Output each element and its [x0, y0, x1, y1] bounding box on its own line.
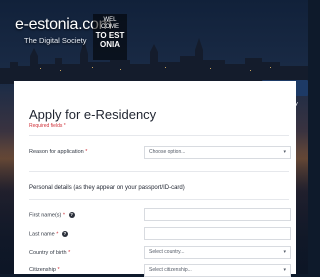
application-form-card: Apply for e-Residency Required fields * …	[14, 81, 296, 277]
first-name-label: First name(s) * ?	[29, 212, 75, 218]
required-mark: *	[57, 267, 60, 273]
badge-line: COME	[101, 24, 119, 30]
chevron-down-icon: ▾	[283, 267, 286, 273]
reason-select-value: Choose option...	[149, 149, 186, 155]
site-logo-subtitle: The Digital Society	[24, 36, 87, 45]
citizenship-select[interactable]: Select citizenship... ▾	[144, 264, 291, 277]
divider	[29, 135, 289, 136]
country-of-birth-label: Country of birth *	[29, 250, 70, 256]
reason-label-text: Reason for application	[29, 149, 84, 155]
required-fields-note: Required fields *	[29, 123, 66, 129]
citizenship-label: Citizenship *	[29, 267, 60, 273]
divider	[29, 199, 289, 200]
required-mark: *	[56, 231, 59, 238]
required-mark: *	[68, 250, 71, 256]
country-of-birth-label-text: Country of birth	[29, 250, 67, 256]
last-name-input[interactable]	[144, 227, 291, 240]
badge-line: TO EST	[95, 31, 125, 40]
first-name-label-text: First name(s)	[29, 212, 62, 219]
badge-line: WEL	[103, 17, 117, 23]
question-circle-icon[interactable]: ?	[68, 212, 75, 218]
last-name-label: Last name * ?	[29, 231, 68, 237]
country-of-birth-value: Select country...	[149, 249, 185, 255]
country-of-birth-select[interactable]: Select country... ▾	[144, 246, 291, 259]
required-mark: *	[85, 149, 88, 155]
citizenship-label-text: Citizenship	[29, 267, 56, 273]
reason-label: Reason for application *	[29, 149, 87, 155]
chevron-down-icon: ▾	[283, 249, 286, 255]
badge-line: ONIA	[100, 40, 120, 49]
form-title: Apply for e-Residency	[29, 107, 157, 122]
chevron-down-icon: ▾	[283, 149, 286, 155]
required-mark: *	[62, 212, 66, 219]
question-circle-icon[interactable]: ?	[61, 231, 68, 237]
divider	[29, 171, 289, 172]
welcome-to-estonia-badge: WEL COME TO EST ONIA	[93, 14, 127, 60]
citizenship-value: Select citizenship...	[149, 267, 192, 273]
first-name-input[interactable]	[144, 208, 291, 221]
last-name-label-text: Last name	[29, 231, 55, 238]
personal-details-heading: Personal details (as they appear on your…	[29, 185, 185, 191]
reason-select[interactable]: Choose option... ▾	[144, 146, 291, 159]
